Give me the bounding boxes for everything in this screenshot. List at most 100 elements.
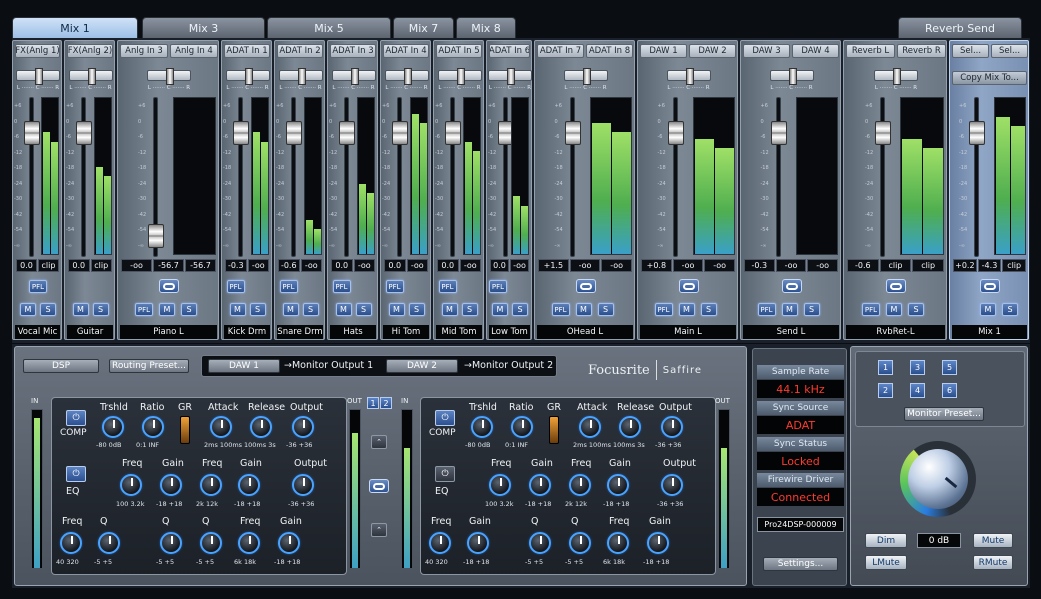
solo-button[interactable]: S — [355, 303, 372, 316]
channel-input-select[interactable]: DAW 1 — [640, 44, 687, 58]
monitor-button-5[interactable]: 5 — [942, 360, 957, 375]
fader-knob[interactable] — [148, 224, 164, 248]
dsp1-eq-knob[interactable] — [200, 532, 222, 554]
channel-input-select[interactable]: Sel... — [952, 44, 989, 58]
channel-input-select[interactable]: Anlg In 3 — [120, 44, 168, 58]
channel-input-select[interactable]: ADAT In 1 — [224, 44, 270, 58]
dsp2-eq-knob[interactable] — [529, 532, 551, 554]
pan-slider[interactable] — [488, 68, 532, 85]
mute-button[interactable]: M — [980, 303, 996, 316]
route1-source[interactable]: DAW 1 — [208, 359, 280, 373]
mute-button[interactable]: M — [886, 303, 902, 316]
pfl-button[interactable]: PFL — [438, 280, 457, 293]
pan-slider[interactable] — [225, 68, 270, 85]
fader-knob[interactable] — [667, 121, 684, 145]
channel-input-select[interactable]: Anlg In 4 — [170, 44, 218, 58]
channel-input-select[interactable]: ADAT In 8 — [586, 44, 633, 58]
mute-button[interactable]: M — [492, 303, 508, 316]
copy-mix-button[interactable]: Copy Mix To... — [952, 71, 1027, 85]
dsp1-eq-knob[interactable] — [98, 532, 120, 554]
tab-mix-3[interactable]: Mix 3 — [142, 17, 265, 38]
pfl-button[interactable]: PFL — [385, 280, 404, 293]
pan-slider[interactable] — [666, 68, 711, 85]
dsp2-eq-knob[interactable] — [467, 532, 489, 554]
solo-button[interactable]: S — [597, 303, 614, 316]
mute-button[interactable]: M — [72, 303, 89, 316]
mute-button[interactable]: M — [781, 303, 798, 316]
channel-input-select[interactable]: ADAT In 2 — [277, 44, 323, 58]
monitor-button-1[interactable]: 1 — [878, 360, 893, 375]
tab-mix-8[interactable]: Mix 8 — [456, 17, 516, 38]
pfl-button[interactable]: PFL — [332, 280, 351, 293]
fader-knob[interactable] — [564, 121, 581, 145]
dsp2-eq-knob[interactable] — [489, 474, 511, 496]
mute-button[interactable]: M — [575, 303, 592, 316]
dsp2-comp-power-button[interactable]: ⏻ — [435, 410, 455, 426]
mute-button[interactable]: M — [678, 303, 695, 316]
dsp1-eq-knob[interactable] — [238, 474, 260, 496]
pfl-button[interactable]: PFL — [135, 303, 153, 316]
swap-up-button[interactable]: ⌃ — [371, 435, 387, 449]
channel-input-select[interactable]: FX(Anlg 2) — [67, 44, 113, 58]
solo-button[interactable]: S — [92, 303, 109, 316]
pan-slider[interactable] — [68, 68, 113, 85]
lmute-button[interactable]: LMute — [865, 555, 907, 570]
solo-button[interactable]: S — [302, 303, 319, 316]
pan-slider[interactable] — [384, 68, 429, 85]
dsp2-eq-knob[interactable] — [429, 532, 451, 554]
dsp-button[interactable]: DSP — [23, 359, 99, 373]
pan-slider[interactable] — [278, 68, 323, 85]
tab-reverb-send[interactable]: Reverb Send — [898, 17, 1022, 38]
solo-button[interactable]: S — [512, 303, 528, 316]
monitor-preset-button[interactable]: Monitor Preset... — [904, 407, 984, 421]
solo-button[interactable]: S — [461, 303, 478, 316]
dsp1-eq-knob[interactable] — [292, 474, 314, 496]
pfl-button[interactable]: PFL — [226, 280, 245, 293]
mute-button[interactable]: M — [20, 303, 36, 316]
pan-slider[interactable] — [437, 68, 482, 85]
solo-button[interactable]: S — [181, 303, 197, 316]
routing-preset-button[interactable]: Routing Preset... — [109, 359, 189, 373]
channel-input-select[interactable]: ADAT In 6 — [489, 44, 530, 58]
solo-button[interactable]: S — [1002, 303, 1018, 316]
tab-mix-5[interactable]: Mix 5 — [267, 17, 391, 38]
dsp1-comp-power-button[interactable]: ⏻ — [66, 410, 86, 426]
dsp1-comp-knob[interactable] — [102, 416, 124, 438]
fader-knob[interactable] — [445, 121, 461, 145]
stereo-link-button[interactable] — [575, 279, 596, 293]
channel-input-select[interactable]: ADAT In 7 — [537, 44, 584, 58]
stereo-link-button[interactable] — [678, 279, 699, 293]
pan-slider[interactable] — [147, 68, 191, 85]
fader-knob[interactable] — [286, 121, 302, 145]
dsp2-eq-knob[interactable] — [607, 474, 629, 496]
solo-button[interactable]: S — [249, 303, 266, 316]
dsp1-comp-knob[interactable] — [292, 416, 314, 438]
dsp1-eq-knob[interactable] — [238, 532, 260, 554]
dsp2-eq-knob[interactable] — [569, 532, 591, 554]
dsp1-eq-knob[interactable] — [200, 474, 222, 496]
fader-knob[interactable] — [770, 121, 787, 145]
settings-button[interactable]: Settings... — [763, 557, 838, 571]
solo-button[interactable]: S — [803, 303, 820, 316]
pan-slider[interactable] — [769, 68, 814, 85]
pfl-button[interactable]: PFL — [29, 280, 47, 293]
fader-knob[interactable] — [969, 121, 985, 145]
fader-knob[interactable] — [233, 121, 249, 145]
channel-input-select[interactable]: ADAT In 3 — [330, 44, 376, 58]
dsp2-comp-knob[interactable] — [579, 416, 601, 438]
rmute-button[interactable]: RMute — [973, 555, 1013, 570]
dsp1-eq-knob[interactable] — [160, 532, 182, 554]
dsp2-eq-knob[interactable] — [529, 474, 551, 496]
dsp2-eq-knob[interactable] — [607, 532, 629, 554]
solo-button[interactable]: S — [908, 303, 924, 316]
dsp2-eq-knob[interactable] — [661, 474, 683, 496]
stereo-link-button[interactable] — [886, 279, 906, 293]
mute-button[interactable]: M — [229, 303, 246, 316]
dsp1-comp-knob[interactable] — [210, 416, 232, 438]
mute-button[interactable]: Mute — [973, 533, 1013, 548]
stereo-link-button[interactable] — [159, 279, 179, 293]
dim-button[interactable]: Dim — [865, 533, 907, 548]
tab-mix-1[interactable]: Mix 1 — [12, 17, 138, 38]
route2-source[interactable]: DAW 2 — [386, 359, 458, 373]
monitor-button-2[interactable]: 2 — [878, 383, 893, 398]
